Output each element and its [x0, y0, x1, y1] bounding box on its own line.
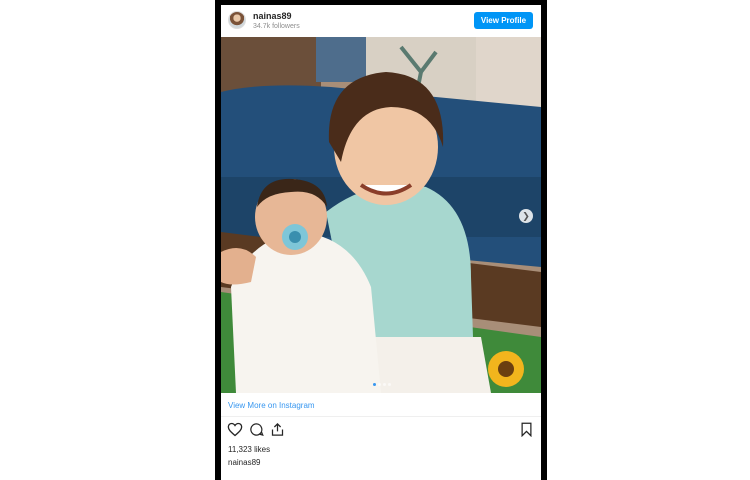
caption-username[interactable]: nainas89 [228, 458, 260, 467]
instagram-embed: nainas89 34.7k followers View Profile ❯ … [221, 5, 541, 480]
chevron-right-icon[interactable]: ❯ [519, 209, 533, 223]
carousel-dot [383, 383, 386, 386]
bookmark-icon[interactable] [520, 422, 533, 437]
post-header: nainas89 34.7k followers View Profile [221, 5, 541, 37]
username[interactable]: nainas89 [253, 11, 292, 21]
post-photo[interactable]: ❯ [221, 37, 541, 393]
view-more-link[interactable]: View More on Instagram [228, 401, 315, 410]
heart-icon[interactable] [227, 422, 243, 437]
like-count[interactable]: 11,323 likes [228, 445, 270, 454]
adult-hand [221, 248, 256, 285]
view-profile-button[interactable]: View Profile [474, 12, 533, 29]
comment-icon[interactable] [249, 422, 264, 437]
carousel-dots [373, 383, 391, 386]
brown-cushion [221, 37, 321, 92]
blue-cushion [316, 37, 371, 82]
sunflower-center [498, 361, 514, 377]
pacifier-center [289, 231, 301, 243]
avatar[interactable] [228, 11, 246, 29]
carousel-dot [373, 383, 376, 386]
view-more-bar: View More on Instagram [221, 395, 541, 417]
photo-illustration [221, 37, 541, 393]
carousel-dot [378, 383, 381, 386]
carousel-dot [388, 383, 391, 386]
action-bar [221, 419, 541, 441]
share-icon[interactable] [270, 422, 285, 437]
follower-count: 34.7k followers [253, 23, 300, 30]
